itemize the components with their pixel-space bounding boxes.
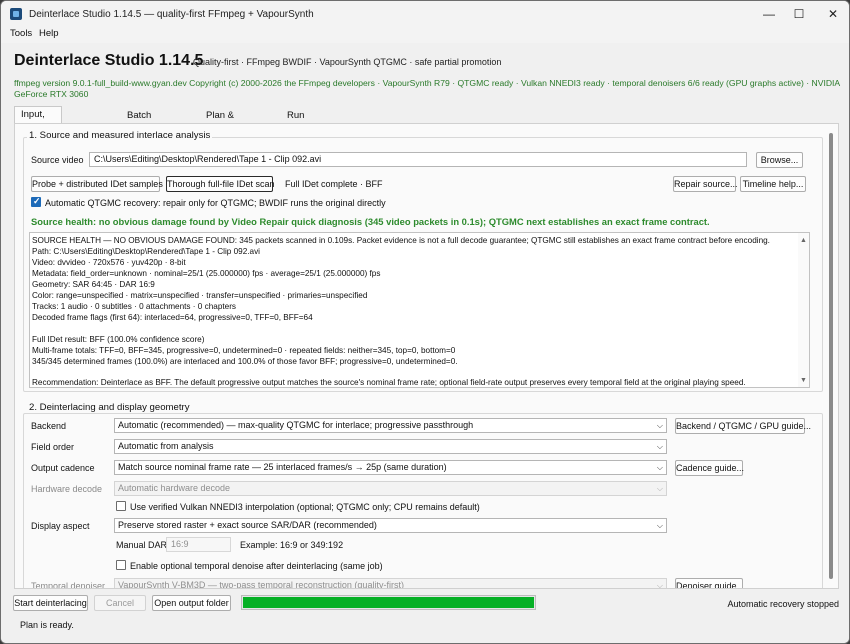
scroll-down-arrow-icon[interactable]: ▼ bbox=[800, 377, 807, 384]
report-line: Multi-frame totals: TFF=0, BFF=345, prog… bbox=[32, 346, 456, 355]
output-cadence-value: Match source nominal frame rate — 25 int… bbox=[118, 462, 447, 472]
chevron-down-icon: ⌵ bbox=[656, 521, 663, 530]
vulkan-nnedi3-checkbox[interactable] bbox=[116, 501, 126, 511]
display-aspect-value: Preserve stored raster + exact source SA… bbox=[118, 520, 377, 530]
close-button[interactable]: ✕ bbox=[817, 1, 849, 27]
minimize-button[interactable]: — bbox=[753, 1, 785, 27]
report-line: SOURCE HEALTH — NO OBVIOUS DAMAGE FOUND:… bbox=[32, 236, 770, 245]
recovery-status: Automatic recovery stopped bbox=[727, 599, 839, 609]
app-window: Deinterlace Studio 1.14.5 — quality-firs… bbox=[0, 0, 850, 644]
window-title: Deinterlace Studio 1.14.5 — quality-firs… bbox=[29, 9, 314, 20]
field-order-value: Automatic from analysis bbox=[118, 441, 214, 451]
backend-select[interactable]: Automatic (recommended) — max-quality QT… bbox=[114, 418, 667, 433]
temporal-denoiser-value: VapourSynth V-BM3D — two-pass temporal r… bbox=[118, 580, 404, 589]
report-line: Full IDet result: BFF (100.0% confidence… bbox=[32, 335, 205, 344]
hardware-decode-select[interactable]: Automatic hardware decode ⌵ bbox=[114, 481, 667, 496]
temporal-denoiser-label: Temporal denoiser bbox=[31, 581, 106, 589]
cancel-button[interactable]: Cancel bbox=[94, 595, 146, 611]
probe-idet-button[interactable]: Probe + distributed IDet samples bbox=[31, 176, 163, 192]
open-output-folder-button[interactable]: Open output folder bbox=[152, 595, 231, 611]
section-source-heading: 1. Source and measured interlace analysi… bbox=[27, 130, 213, 141]
start-deinterlacing-button[interactable]: Start deinterlacing bbox=[13, 595, 88, 611]
chevron-down-icon: ⌵ bbox=[656, 442, 663, 451]
chevron-down-icon: ⌵ bbox=[656, 463, 663, 472]
cadence-guide-button[interactable]: Cadence guide... bbox=[675, 460, 744, 476]
auto-recovery-checkbox[interactable] bbox=[31, 196, 41, 207]
report-line: Decoded frame flags (first 64): interlac… bbox=[32, 313, 313, 322]
maximize-button[interactable]: ☐ bbox=[783, 1, 815, 27]
report-line: Path: C:\Users\Editing\Desktop\Rendered\… bbox=[32, 247, 261, 256]
dar-example-hint: Example: 16:9 or 349:192 bbox=[240, 540, 344, 550]
temporal-denoiser-select[interactable]: VapourSynth V-BM3D — two-pass temporal r… bbox=[114, 578, 667, 589]
vulkan-nnedi3-label: Use verified Vulkan NNEDI3 interpolation… bbox=[130, 502, 480, 512]
tab-panel-input: 1. Source and measured interlace analysi… bbox=[14, 123, 839, 589]
repair-source-button[interactable]: Repair source... bbox=[673, 176, 738, 192]
field-order-select[interactable]: Automatic from analysis ⌵ bbox=[114, 439, 667, 454]
report-line: Recommendation: Deinterlace as BFF. The … bbox=[32, 378, 746, 387]
tab-run-log[interactable]: Run log bbox=[280, 107, 311, 137]
auto-recovery-label: Automatic QTGMC recovery: repair only fo… bbox=[45, 198, 386, 208]
report-line: Geometry: SAR 64:45 · DAR 16:9 bbox=[32, 280, 155, 289]
temporal-denoise-label: Enable optional temporal denoise after d… bbox=[130, 561, 383, 571]
manual-dar-input[interactable]: 16:9 bbox=[166, 537, 231, 552]
report-line: Video: dvvideo · 720x576 · yuv420p · 8-b… bbox=[32, 258, 186, 267]
progress-bar bbox=[241, 595, 536, 610]
report-line: 345/345 determined frames (100.0%) are i… bbox=[32, 357, 458, 366]
temporal-denoise-checkbox[interactable] bbox=[116, 560, 126, 570]
report-line: Metadata: field_order=unknown · nominal=… bbox=[32, 269, 381, 278]
menu-help[interactable]: Help bbox=[39, 28, 59, 39]
hardware-decode-label: Hardware decode bbox=[31, 484, 103, 494]
section-deinterlace-heading: 2. Deinterlacing and display geometry bbox=[27, 402, 192, 413]
environment-status: ffmpeg version 9.0.1-full_build-www.gyan… bbox=[14, 78, 840, 99]
app-title: Deinterlace Studio 1.14.5 bbox=[14, 52, 204, 69]
output-cadence-label: Output cadence bbox=[31, 463, 95, 473]
menu-tools[interactable]: Tools bbox=[10, 28, 32, 39]
output-cadence-select[interactable]: Match source nominal frame rate — 25 int… bbox=[114, 460, 667, 475]
denoiser-guide-button[interactable]: Denoiser guide... bbox=[675, 578, 744, 588]
tab-batch-processing[interactable]: Batch processing bbox=[120, 107, 180, 137]
timeline-help-button[interactable]: Timeline help... bbox=[740, 176, 806, 192]
progress-bar-fill bbox=[243, 597, 534, 608]
source-video-input[interactable]: C:\Users\Editing\Desktop\Rendered\Tape 1… bbox=[89, 152, 747, 167]
backend-label: Backend bbox=[31, 421, 67, 431]
title-bar: Deinterlace Studio 1.14.5 — quality-firs… bbox=[1, 1, 849, 27]
chevron-down-icon: ⌵ bbox=[656, 581, 663, 589]
backend-guide-button[interactable]: Backend / QTGMC / GPU guide... bbox=[675, 418, 811, 434]
report-line: Color: range=unspecified · matrix=unspec… bbox=[32, 291, 368, 300]
report-line: Tracks: 1 audio · 0 subtitles · 0 attach… bbox=[32, 302, 237, 311]
hardware-decode-value: Automatic hardware decode bbox=[118, 483, 231, 493]
thorough-idet-button[interactable]: Thorough full-file IDet scan bbox=[166, 176, 275, 192]
field-order-label: Field order bbox=[31, 442, 75, 452]
backend-value: Automatic (recommended) — max-quality QT… bbox=[118, 420, 474, 430]
app-icon bbox=[10, 8, 22, 20]
display-aspect-label: Display aspect bbox=[31, 521, 90, 531]
tab-input-analysis-output[interactable]: Input, analysis & output bbox=[14, 106, 63, 168]
chevron-down-icon: ⌵ bbox=[656, 421, 663, 430]
scroll-up-arrow-icon[interactable]: ▲ bbox=[800, 237, 807, 244]
status-message: Plan is ready. bbox=[20, 620, 74, 630]
tab-plan-command[interactable]: Plan & command bbox=[199, 107, 255, 137]
panel-scrollbar[interactable] bbox=[827, 131, 835, 587]
idet-status: Full IDet complete · BFF bbox=[285, 179, 383, 189]
chevron-down-icon: ⌵ bbox=[656, 484, 663, 493]
source-health-status: Source health: no obvious damage found b… bbox=[31, 216, 710, 227]
bottom-action-bar: Start deinterlacing Cancel Open output f… bbox=[1, 591, 849, 643]
source-video-label: Source video bbox=[31, 155, 84, 165]
display-aspect-select[interactable]: Preserve stored raster + exact source SA… bbox=[114, 518, 667, 533]
analysis-report[interactable]: SOURCE HEALTH — NO OBVIOUS DAMAGE FOUND:… bbox=[29, 232, 810, 388]
panel-scrollbar-thumb[interactable] bbox=[829, 133, 833, 579]
menu-bar: Tools Help bbox=[1, 27, 849, 43]
browse-button[interactable]: Browse... bbox=[756, 152, 803, 168]
manual-dar-label: Manual DAR bbox=[116, 540, 168, 550]
app-subtitle: Quality-first · FFmpeg BWDIF · VapourSyn… bbox=[193, 57, 502, 67]
report-scrollbar[interactable]: ▲ ▼ bbox=[798, 233, 809, 387]
